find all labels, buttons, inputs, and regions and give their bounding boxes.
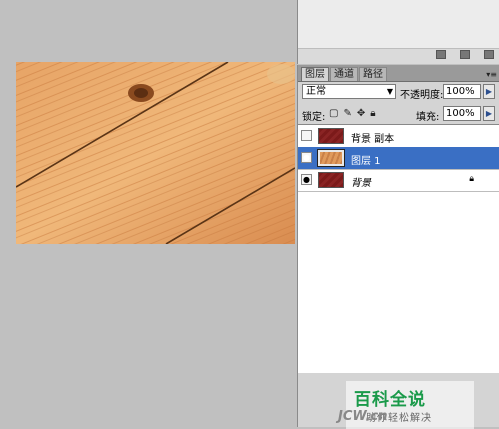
lock-options: ▢ ✎ ✥ 🔒︎	[329, 107, 376, 121]
watermark-title: 百科全说	[354, 390, 426, 410]
opacity-input[interactable]: 100%	[443, 84, 481, 99]
lock-move-icon[interactable]: ✥	[357, 108, 365, 120]
fill-input[interactable]: 100%	[443, 106, 481, 121]
wood-image	[16, 62, 295, 244]
new-icon[interactable]	[436, 50, 446, 59]
lock-all-icon[interactable]: 🔒︎	[370, 108, 375, 120]
upper-panel-content	[298, 0, 499, 49]
blend-opacity-row: 正常 ▼ 不透明度: 100% ▶	[298, 82, 499, 104]
site-watermark: JCW.cn	[338, 409, 388, 424]
camera-icon[interactable]	[460, 50, 470, 59]
layer-thumbnail	[317, 149, 345, 167]
layer-name: 背景 副本	[351, 134, 395, 145]
panel-bottom-bar: 百科全说 助你轻松解决 JCW.cn	[298, 373, 499, 429]
upper-panel-toolbar	[436, 50, 494, 62]
layer-row[interactable]: 背景 副本	[298, 125, 499, 148]
blend-mode-value: 正常	[306, 86, 326, 97]
layers-panel: 图层 通道 路径 ▾≡ 正常 ▼ 不透明度: 100% ▶ 锁定: ▢ ✎ ✥ …	[297, 65, 499, 429]
lock-label: 锁定:	[302, 112, 326, 123]
trash-icon[interactable]	[484, 50, 494, 59]
layer-row[interactable]: ● 背景 🔒︎	[298, 169, 499, 192]
tab-channels[interactable]: 通道	[330, 67, 358, 81]
layers-list: 背景 副本 ● 图层 1 ● 背景 🔒︎	[298, 124, 499, 373]
layer-thumbnail	[318, 128, 344, 144]
tab-layers[interactable]: 图层	[301, 67, 329, 81]
lock-icon: 🔒︎	[469, 174, 474, 184]
visibility-toggle[interactable]	[301, 130, 312, 141]
fill-arrow-button[interactable]: ▶	[483, 106, 495, 121]
panel-menu-icon[interactable]: ▾≡	[486, 70, 497, 79]
chevron-down-icon: ▼	[386, 87, 393, 96]
panel-tabs: 图层 通道 路径 ▾≡	[298, 65, 499, 82]
lock-transparent-icon[interactable]: ▢	[329, 108, 338, 120]
blend-mode-select[interactable]: 正常 ▼	[302, 84, 396, 99]
fill-label: 填充:	[416, 112, 440, 123]
layer-name: 图层 1	[351, 156, 381, 167]
layer-thumbnail	[318, 172, 344, 188]
layer-row[interactable]: ● 图层 1	[298, 147, 499, 170]
document-canvas[interactable]	[0, 0, 295, 427]
layer-name: 背景	[351, 178, 371, 189]
tab-paths[interactable]: 路径	[359, 67, 387, 81]
opacity-label: 不透明度:	[400, 90, 444, 101]
eye-icon[interactable]: ●	[301, 174, 312, 185]
opacity-arrow-button[interactable]: ▶	[483, 84, 495, 99]
lock-brush-icon[interactable]: ✎	[343, 108, 351, 120]
eye-icon[interactable]: ●	[301, 152, 312, 163]
lock-fill-row: 锁定: ▢ ✎ ✥ 🔒︎ 填充: 100% ▶	[298, 105, 499, 125]
upper-panel	[297, 0, 499, 64]
